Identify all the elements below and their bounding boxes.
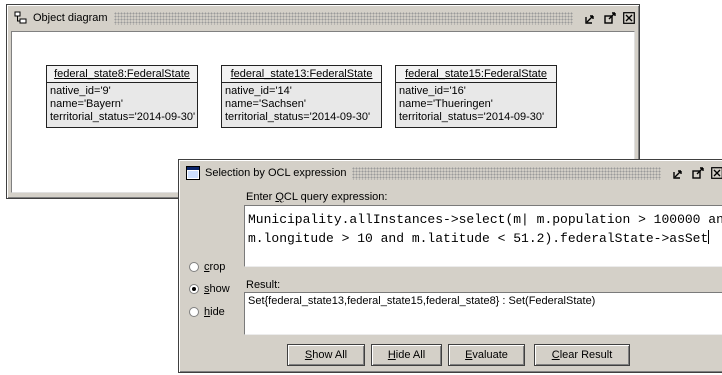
- object-attribute: territorial_status='2014-09-30': [50, 111, 196, 123]
- query-line-1: Municipality.allInstances->select(m| m.p…: [248, 212, 722, 227]
- clear-result-button[interactable]: Clear Result: [534, 344, 630, 366]
- window-title: Object diagram: [33, 12, 108, 24]
- radio-crop-indicator: [189, 262, 199, 272]
- titlebar-grip: [352, 166, 661, 180]
- object-diagram-titlebar[interactable]: Object diagram: [10, 8, 636, 28]
- query-label: Enter QCL query expression:: [246, 191, 388, 203]
- hide-all-button[interactable]: Hide All: [371, 344, 442, 366]
- ocl-titlebar[interactable]: Selection by OCL expression: [182, 163, 722, 183]
- object-attribute: native_id='14': [225, 85, 292, 97]
- maximize-icon[interactable]: [603, 11, 617, 25]
- object-attribute: name='Bayern': [50, 98, 123, 110]
- titlebar-grip: [113, 11, 573, 25]
- close-icon[interactable]: [622, 11, 636, 25]
- text-caret: [708, 230, 710, 244]
- result-label: Result:: [246, 279, 281, 291]
- radio-hide[interactable]: h ide: [189, 306, 225, 318]
- object-attribute: territorial_status='2014-09-30': [399, 111, 545, 123]
- object-box-federal-state8[interactable]: federal_state8:FederalState native_id='9…: [46, 65, 198, 128]
- object-attribute: territorial_status='2014-09-30': [225, 111, 371, 123]
- close-icon[interactable]: [710, 166, 722, 180]
- window-title: Selection by OCL expression: [205, 167, 347, 179]
- object-header: federal_state13:FederalState: [222, 66, 381, 83]
- evaluate-button[interactable]: Evaluate: [448, 344, 525, 366]
- diagram-icon: [13, 10, 29, 26]
- object-header: federal_state8:FederalState: [47, 66, 197, 83]
- maximize-icon[interactable]: [691, 166, 705, 180]
- object-header: federal_state15:FederalState: [396, 66, 556, 83]
- ocl-query-input[interactable]: Municipality.allInstances->select(m| m.p…: [244, 205, 722, 267]
- show-all-button[interactable]: Show All: [287, 344, 365, 366]
- radio-crop[interactable]: c rop: [189, 261, 225, 273]
- result-text: Set{federal_state13,federal_state15,fede…: [248, 295, 596, 307]
- object-attribute: native_id='9': [50, 85, 111, 97]
- radio-show-indicator: [189, 284, 199, 294]
- query-line-2: m.longitude > 10 and m.latitude < 51.2).…: [248, 230, 710, 246]
- object-box-federal-state15[interactable]: federal_state15:FederalState native_id='…: [395, 65, 557, 128]
- result-output[interactable]: Set{federal_state13,federal_state15,fede…: [244, 292, 722, 335]
- object-box-federal-state13[interactable]: federal_state13:FederalState native_id='…: [221, 65, 382, 128]
- radio-show[interactable]: s how: [189, 283, 230, 295]
- object-attribute: name='Sachsen': [225, 98, 306, 110]
- ocl-selection-window: Selection by OCL expression Enter QCL qu…: [178, 159, 722, 373]
- radio-hide-indicator: [189, 307, 199, 317]
- object-attribute: native_id='16': [399, 85, 466, 97]
- minimize-icon[interactable]: [584, 11, 598, 25]
- minimize-icon[interactable]: [672, 166, 686, 180]
- object-attribute: name='Thueringen': [399, 98, 493, 110]
- window-icon: [185, 165, 201, 181]
